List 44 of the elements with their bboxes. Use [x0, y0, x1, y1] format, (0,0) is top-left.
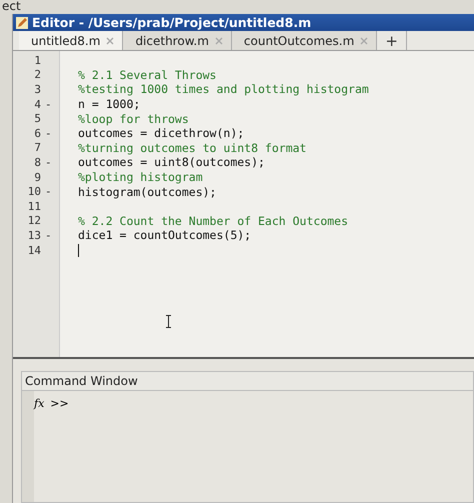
executable-mark: - [45, 98, 52, 111]
code-comment: % 2.1 Several Throws [77, 68, 216, 82]
window-title: Editor - /Users/prab/Project/untitled8.m [32, 15, 312, 30]
line-number: 13 [26, 228, 41, 242]
line-number: 9 [33, 170, 41, 184]
executable-mark: - [45, 228, 52, 242]
pencil-icon [16, 16, 28, 28]
close-icon[interactable] [214, 36, 223, 44]
code-comment: %testing 1000 times and plotting histogram [77, 82, 369, 96]
code-line: dice1 = countOutcomes(5); [77, 228, 252, 242]
code-line: histogram(outcomes); [77, 184, 216, 199]
code-comment: %ploting histogram [77, 170, 203, 184]
line-number: 1 [33, 54, 41, 67]
command-prompt: >> [50, 397, 69, 410]
line-number: 7 [33, 141, 41, 154]
code-comment: % 2.2 Count the Number of Each Outcomes [77, 214, 348, 228]
code-comment: %turning outcomes to uint8 format [77, 140, 306, 155]
close-icon[interactable] [106, 36, 114, 44]
function-icon[interactable]: fx [34, 397, 44, 410]
text-cursor-icon [165, 315, 172, 328]
editor-tab[interactable]: dicethrow.m [123, 31, 232, 50]
line-number: 2 [33, 68, 41, 82]
line-number: 12 [26, 214, 41, 228]
close-icon[interactable] [360, 36, 368, 44]
line-number: 6 [33, 126, 41, 140]
executable-mark: - [45, 126, 52, 140]
background-text: ect [2, 0, 21, 13]
line-number: 3 [33, 82, 41, 96]
code-line: outcomes = uint8(outcomes); [77, 155, 265, 170]
new-tab-button[interactable]: + [377, 31, 407, 50]
editor-tab[interactable]: untitled8.m [19, 31, 124, 50]
line-number: 14 [26, 244, 41, 257]
code-line: n = 1000; [77, 97, 140, 112]
executable-mark: - [45, 156, 52, 169]
code-line: outcomes = dicethrow(n); [77, 126, 244, 140]
editor-tab[interactable]: countOutcomes.m [232, 31, 378, 50]
executable-mark: - [45, 185, 52, 198]
panel-title: Command Window [22, 372, 473, 391]
line-number: 8 [33, 156, 41, 169]
code-comment: %loop for throws [77, 112, 189, 126]
line-number: 4 [33, 98, 41, 111]
line-number: 10 [26, 185, 41, 198]
line-number: 11 [26, 200, 41, 213]
line-number: 5 [33, 112, 41, 126]
